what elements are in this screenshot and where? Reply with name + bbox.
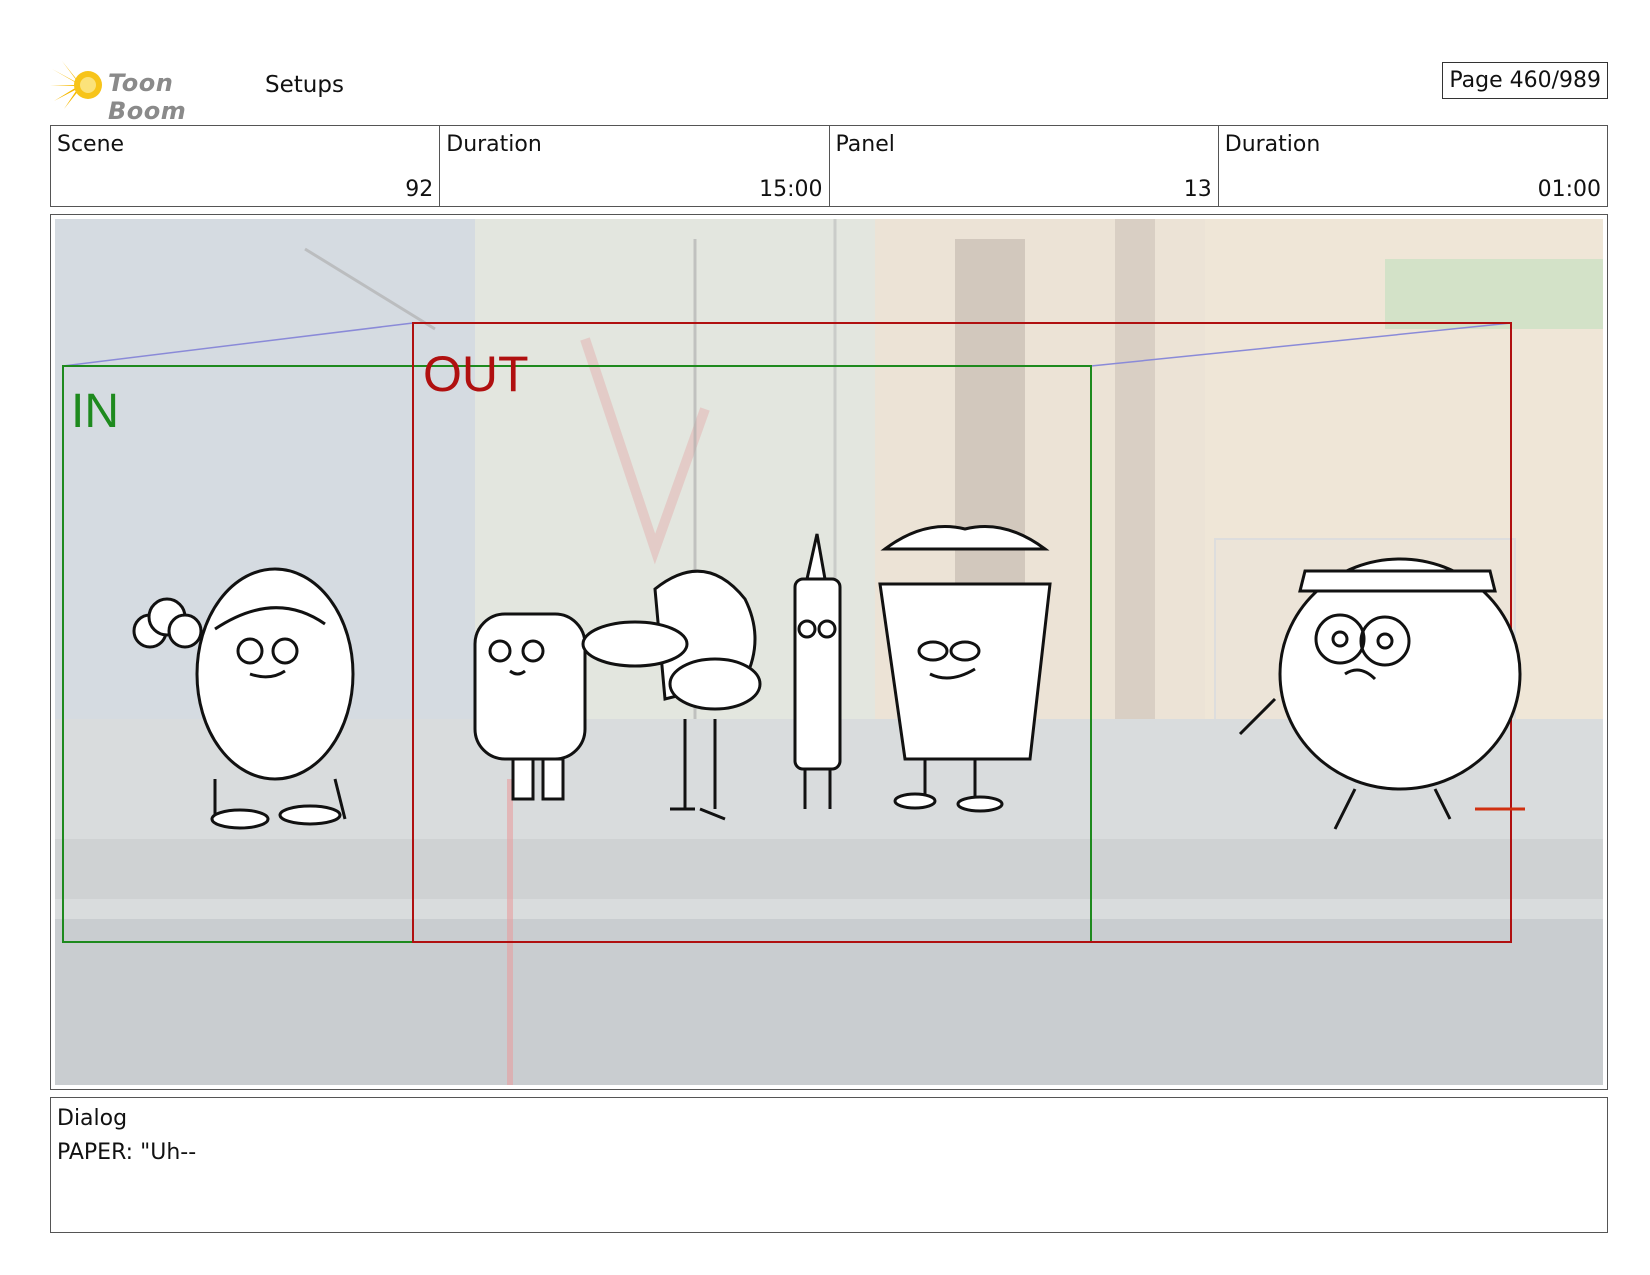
toon-boom-logo: Toon Boom (50, 55, 250, 125)
scene-duration-value: 15:00 (759, 177, 823, 202)
panel-value: 13 (1183, 177, 1212, 202)
dialog-label: Dialog (57, 1106, 128, 1131)
storyboard-panel: IN OUT (50, 214, 1608, 1090)
panel-cell: Panel 13 (830, 126, 1219, 206)
sunburst-icon (50, 61, 102, 109)
panel-label: Panel (835, 132, 895, 157)
panel-artwork: IN OUT (55, 219, 1603, 1085)
logo-text: Toon Boom (108, 69, 187, 125)
panel-duration-value: 01:00 (1537, 177, 1601, 202)
out-frame-label: OUT (423, 346, 529, 402)
page-indicator: Page 460/989 (1442, 62, 1608, 99)
panel-duration-label: Duration (1224, 132, 1321, 157)
scene-cell: Scene 92 (51, 126, 441, 206)
scene-label: Scene (57, 132, 125, 157)
header: Toon Boom Setups Page 460/989 (50, 55, 1608, 125)
dialog-text: PAPER: "Uh-- (57, 1140, 197, 1165)
scene-info-table: Scene 92 Duration 15:00 Panel 13 Duratio… (50, 125, 1608, 207)
panel-duration-cell: Duration 01:00 (1219, 126, 1607, 206)
scene-duration-cell: Duration 15:00 (440, 126, 830, 206)
section-title: Setups (265, 72, 344, 98)
scene-duration-label: Duration (446, 132, 542, 157)
scene-value: 92 (405, 177, 434, 202)
in-frame-label: IN (71, 385, 119, 438)
dialog-box: Dialog PAPER: "Uh-- (50, 1097, 1608, 1233)
